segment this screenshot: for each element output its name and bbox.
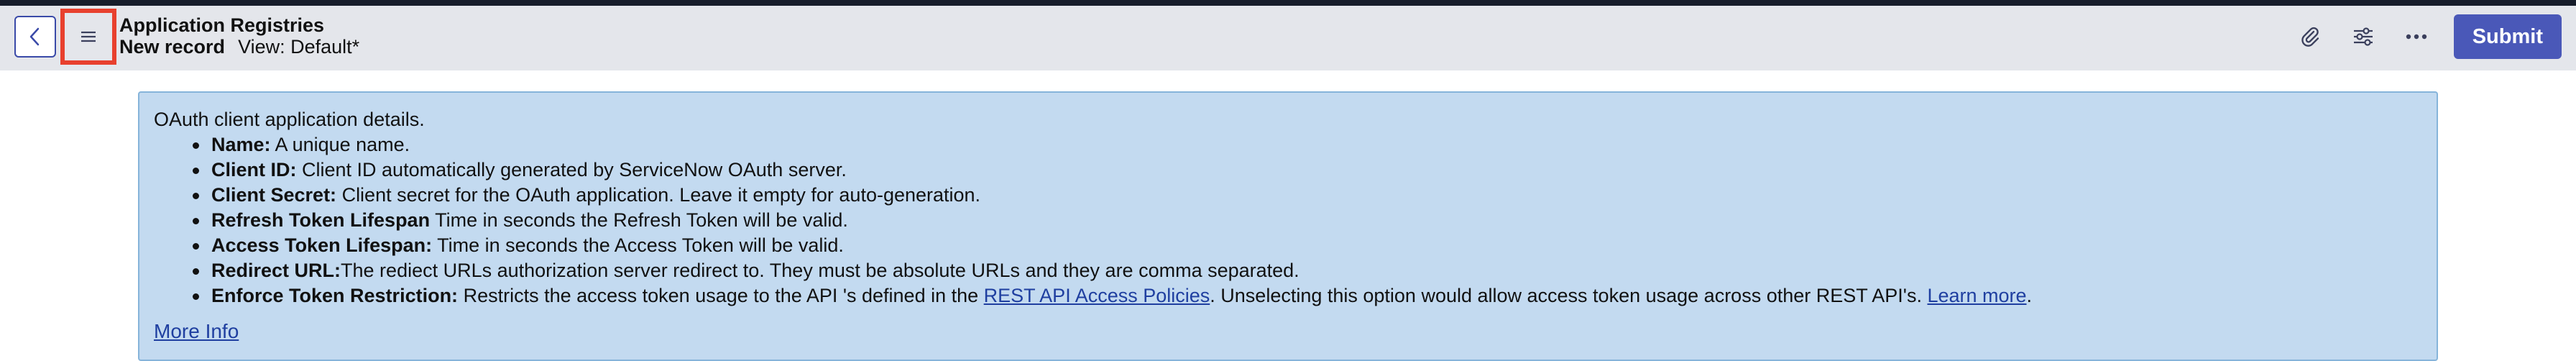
chevron-left-icon — [29, 27, 40, 46]
learn-more-link[interactable]: Learn more — [1927, 285, 2026, 306]
top-strip — [0, 0, 2576, 6]
rest-api-access-policies-link[interactable]: REST API Access Policies — [984, 285, 1210, 306]
more-options-button[interactable] — [2395, 15, 2438, 58]
context-menu-button[interactable] — [60, 9, 116, 65]
record-subtitle: New record View: Default* — [119, 36, 359, 58]
list-item: Client ID: Client ID automatically gener… — [193, 157, 2422, 183]
page-title: Application Registries — [119, 14, 325, 36]
item-desc: A unique name. — [270, 134, 410, 155]
personalize-form-button[interactable] — [2342, 15, 2385, 58]
item-desc: Client ID automatically generated by Ser… — [296, 159, 847, 180]
item-term: Redirect URL: — [211, 260, 341, 281]
ellipsis-icon — [2406, 34, 2426, 40]
attachment-button[interactable] — [2288, 15, 2332, 58]
sliders-icon — [2353, 27, 2373, 46]
item-desc: . Unselecting this option would allow ac… — [1210, 285, 1928, 306]
list-item: Redirect URL:The rediect URLs authorizat… — [193, 258, 2422, 283]
view-selector[interactable]: View: Default* — [238, 36, 359, 58]
item-desc: Restricts the access token usage to the … — [458, 285, 984, 306]
header-actions: Submit — [2278, 14, 2562, 59]
hamburger-menu-icon — [81, 31, 96, 42]
list-item: Refresh Token Lifespan Time in seconds t… — [193, 208, 2422, 233]
item-term: Enforce Token Restriction: — [211, 285, 459, 306]
info-list: Name: A unique name. Client ID: Client I… — [154, 132, 2422, 309]
info-intro: OAuth client application details. — [154, 109, 425, 130]
item-term: Client ID: — [211, 159, 297, 180]
back-button[interactable] — [14, 16, 56, 58]
item-desc: The rediect URLs authorization server re… — [341, 260, 1300, 281]
item-term: Access Token Lifespan: — [211, 234, 433, 256]
form-header: Application Registries New record View: D… — [0, 6, 2576, 70]
item-desc: . — [2026, 285, 2033, 306]
title-block: Application Registries New record View: D… — [119, 14, 359, 58]
paperclip-icon — [2301, 27, 2319, 47]
submit-button[interactable]: Submit — [2453, 14, 2562, 59]
list-item: Name: A unique name. — [193, 132, 2422, 157]
item-desc: Time in seconds the Access Token will be… — [432, 234, 844, 256]
more-info-link[interactable]: More Info — [154, 319, 239, 344]
list-item: Access Token Lifespan: Time in seconds t… — [193, 233, 2422, 258]
item-desc: Client secret for the OAuth application.… — [336, 184, 981, 206]
info-message-box: OAuth client application details. Name: … — [138, 91, 2438, 361]
record-state: New record — [119, 36, 226, 58]
list-item: Enforce Token Restriction: Restricts the… — [193, 283, 2422, 309]
item-term: Name: — [211, 134, 271, 155]
item-term: Refresh Token Lifespan — [211, 209, 431, 231]
item-desc: Time in seconds the Refresh Token will b… — [430, 209, 848, 231]
list-item: Client Secret: Client secret for the OAu… — [193, 183, 2422, 208]
item-term: Client Secret: — [211, 184, 337, 206]
